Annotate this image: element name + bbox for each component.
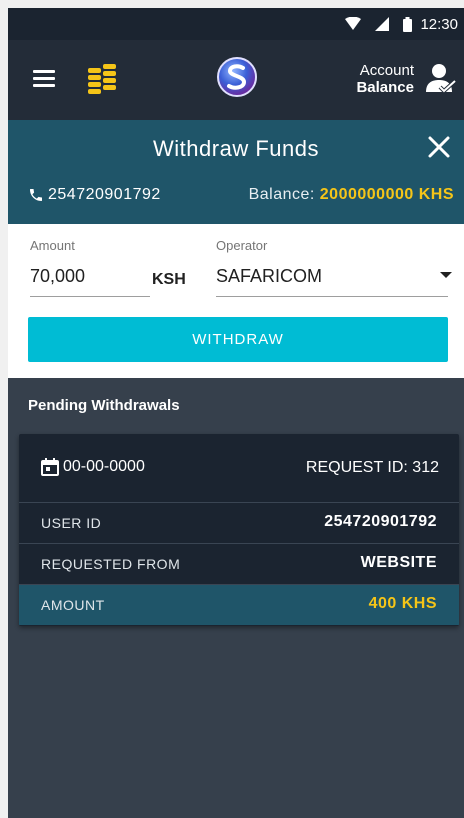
amount-label: Amount	[30, 238, 75, 253]
close-icon[interactable]	[426, 134, 452, 160]
user-verified-icon[interactable]	[424, 62, 457, 99]
withdraw-form: Amount 70,000 KSH Operator SAFARICOM WIT…	[8, 224, 464, 378]
operator-label: Operator	[216, 238, 268, 253]
status-bar: 12:30	[8, 8, 464, 40]
currency-label: KSH	[152, 271, 186, 288]
withdraw-header: Withdraw Funds 254720901792 Balance: 200…	[8, 120, 464, 224]
withdraw-button[interactable]: WITHDRAW	[28, 317, 448, 362]
app-bar: Account Balance	[8, 40, 464, 120]
phone-number: 254720901792	[28, 186, 161, 204]
amount-row-label: AMOUNT	[41, 597, 105, 613]
balance-display: Balance: 2000000000 KHS	[249, 186, 454, 204]
user-id-value: 254720901792	[324, 513, 437, 530]
amount-input[interactable]: 70,000	[30, 266, 85, 287]
requested-from-row: REQUESTED FROM WEBSITE	[19, 544, 459, 585]
account-balance-label[interactable]: Account Balance	[356, 62, 414, 96]
request-date: 00-00-0000	[41, 458, 145, 476]
requested-from-label: REQUESTED FROM	[41, 556, 181, 572]
balance-line: Balance	[356, 79, 414, 96]
amount-row: AMOUNT 400 KHS	[19, 585, 459, 625]
phone-number-text: 254720901792	[48, 186, 161, 203]
withdrawal-card: 00-00-0000 REQUEST ID: 312 USER ID 25472…	[19, 434, 459, 626]
user-id-label: USER ID	[41, 515, 102, 531]
coins-icon[interactable]	[88, 64, 118, 99]
calendar-icon	[41, 458, 59, 476]
signal-icon	[375, 17, 390, 31]
date-text: 00-00-0000	[63, 458, 145, 475]
battery-icon	[403, 16, 413, 32]
menu-icon[interactable]	[33, 70, 55, 88]
requested-from-value: WEBSITE	[360, 554, 437, 571]
chevron-down-icon[interactable]	[440, 272, 452, 278]
balance-label: Balance:	[248, 186, 315, 203]
amount-underline	[30, 296, 150, 297]
page-title: Withdraw Funds	[153, 136, 319, 161]
operator-underline	[216, 296, 448, 297]
pending-withdrawals-title: Pending Withdrawals	[28, 397, 180, 414]
account-line: Account	[359, 62, 414, 79]
amount-row-value: 400 KHS	[368, 595, 437, 612]
phone-screen: 12:30 Account Balance Withdraw Funds 254…	[8, 8, 464, 818]
operator-select[interactable]: SAFARICOM	[216, 266, 322, 287]
status-time: 12:30	[420, 15, 458, 33]
wifi-icon	[345, 17, 362, 31]
phone-icon	[28, 187, 44, 203]
card-header: 00-00-0000 REQUEST ID: 312	[19, 434, 459, 503]
user-id-row: USER ID 254720901792	[19, 503, 459, 544]
balance-value: 2000000000 KHS	[319, 186, 454, 203]
app-logo	[216, 56, 258, 103]
request-id: REQUEST ID: 312	[305, 459, 439, 476]
